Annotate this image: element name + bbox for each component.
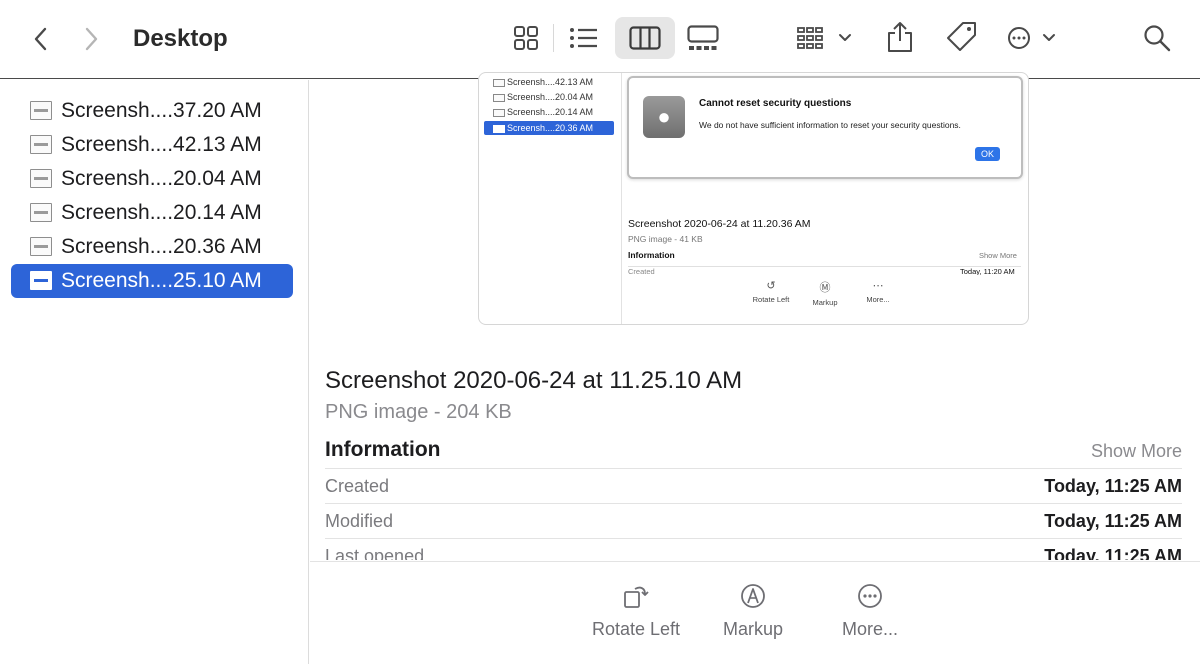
more-label: More... [841,619,898,639]
thumbnail-file-column: Screensh....42.13 AM Screensh....20.04 A… [479,73,622,324]
forward-button[interactable] [74,22,108,56]
thumbnail-action-label: Rotate Left [752,295,790,304]
icon-view-button[interactable] [496,17,556,59]
thumbnail-more: ⋯ More... [848,279,908,304]
columns-icon [629,26,661,50]
tag-button[interactable] [940,15,984,59]
markup-icon [741,584,765,608]
image-file-icon [30,135,52,154]
preview-thumbnail[interactable]: Screensh....42.13 AM Screensh....20.04 A… [478,72,1029,325]
thumbnail-created-value: Today, 11:20 AM [960,267,1015,275]
file-name: Screensh....20.04 AM [61,167,262,190]
file-item[interactable]: Screensh....37.20 AM [11,94,293,128]
quick-actions-bar: Rotate Left Markup More... [310,561,1200,664]
action-button[interactable] [1000,17,1064,59]
thumbnail-info-subtitle: PNG image - 41 KB [628,234,703,244]
markup-label: Markup [722,619,784,639]
info-row-last-opened: Last opened Today, 11:25 AM [325,538,1182,560]
share-icon [888,22,912,52]
info-row-modified: Modified Today, 11:25 AM [325,503,1182,538]
file-name: Screensh....37.20 AM [61,99,262,122]
toolbar: Desktop [0,0,1200,79]
chevron-right-icon [85,27,98,51]
thumbnail-file-item: Screensh....42.13 AM [484,75,614,89]
thumbnail-ok-button: OK [975,147,1000,161]
column-view-button[interactable] [615,17,675,59]
grid-icon [514,26,538,50]
search-button[interactable] [1136,17,1178,59]
thumbnail-alert-dialog: ● Cannot reset security questions We do … [627,76,1023,179]
share-button[interactable] [878,15,922,59]
thumbnail-action-label: Markup [812,298,838,307]
thumbnail-file-item: Screensh....20.14 AM [484,105,614,119]
info-label: Last opened [325,545,425,561]
ellipsis-circle-icon [858,584,882,608]
thumbnail-info-title: Screenshot 2020-06-24 at 11.20.36 AM [628,218,811,230]
thumbnail-markup: Ⓜ Markup [795,279,855,307]
info-label: Modified [325,510,394,531]
file-name: Screensh....20.36 AM [61,235,262,258]
thumbnail-file-item: Screensh....20.04 AM [484,90,614,104]
gallery-icon [687,25,719,50]
file-item[interactable]: Screensh....42.13 AM [11,128,293,162]
info-value: Today, 11:25 AM [1044,475,1182,496]
file-kind-size: PNG image - 204 KB [325,401,512,423]
finder-window: Desktop Screensh....37.20 AM Screensh...… [0,0,1200,664]
markup-icon: Ⓜ [819,282,831,294]
thumbnail-action-label: More... [866,295,890,304]
chevron-down-icon [1043,34,1055,41]
list-view-button[interactable] [554,17,614,59]
image-file-icon [30,169,52,188]
info-value: Today, 11:25 AM [1044,545,1182,561]
group-button[interactable] [790,17,860,59]
markup-button[interactable]: Markup [693,582,813,640]
ellipsis-circle-icon: ⋯ [872,280,884,292]
more-button[interactable]: More... [810,582,930,640]
file-name: Screensh....20.14 AM [61,201,262,224]
file-item[interactable]: Screensh....20.14 AM [11,196,293,230]
back-button[interactable] [24,22,58,56]
info-value: Today, 11:25 AM [1044,510,1182,531]
tag-icon [947,22,976,51]
thumbnail-alert-title: Cannot reset security questions [699,98,852,109]
rotate-left-icon: ↺ [766,280,776,292]
file-title: Screenshot 2020-06-24 at 11.25.10 AM [325,367,743,394]
thumbnail-created-label: Created [628,267,655,275]
file-item-selected[interactable]: Screensh....25.10 AM [11,264,293,298]
rotate-left-label: Rotate Left [591,619,681,639]
group-icon [797,27,823,49]
file-item[interactable]: Screensh....20.36 AM [11,230,293,264]
thumbnail-alert-message: We do not have sufficient information to… [699,120,961,130]
thumbnail-info-heading: Information [628,250,675,260]
show-more-link[interactable]: Show More [1091,441,1182,462]
information-heading: Information [325,438,441,461]
window-title: Desktop [133,25,228,52]
chevron-left-icon [34,27,47,51]
info-row-created: Created Today, 11:25 AM [325,468,1182,503]
rotate-left-icon [624,586,649,608]
rotate-left-button[interactable]: Rotate Left [576,582,696,640]
search-icon [1144,25,1171,52]
thumbnail-file-item-selected: Screensh....20.36 AM [484,121,614,135]
gallery-view-button[interactable] [673,17,733,59]
file-item[interactable]: Screensh....20.04 AM [11,162,293,196]
info-label: Created [325,475,390,496]
file-column: Screensh....37.20 AM Screensh....42.13 A… [0,80,309,664]
apple-logo-icon: ● [643,96,685,138]
image-file-icon [30,101,52,120]
ellipsis-circle-icon [1008,27,1030,49]
image-file-icon [30,237,52,256]
thumbnail-rotate-left: ↺ Rotate Left [741,279,801,304]
information-table: Created Today, 11:25 AM Modified Today, … [325,468,1182,560]
image-file-icon [30,203,52,222]
file-name: Screensh....42.13 AM [61,133,262,156]
file-name: Screensh....25.10 AM [61,269,262,292]
thumbnail-show-more: Show More [979,251,1017,260]
preview-pane: Screensh....42.13 AM Screensh....20.04 A… [310,72,1200,664]
image-file-icon [30,271,52,290]
chevron-down-icon [839,34,851,41]
list-icon [570,28,597,48]
